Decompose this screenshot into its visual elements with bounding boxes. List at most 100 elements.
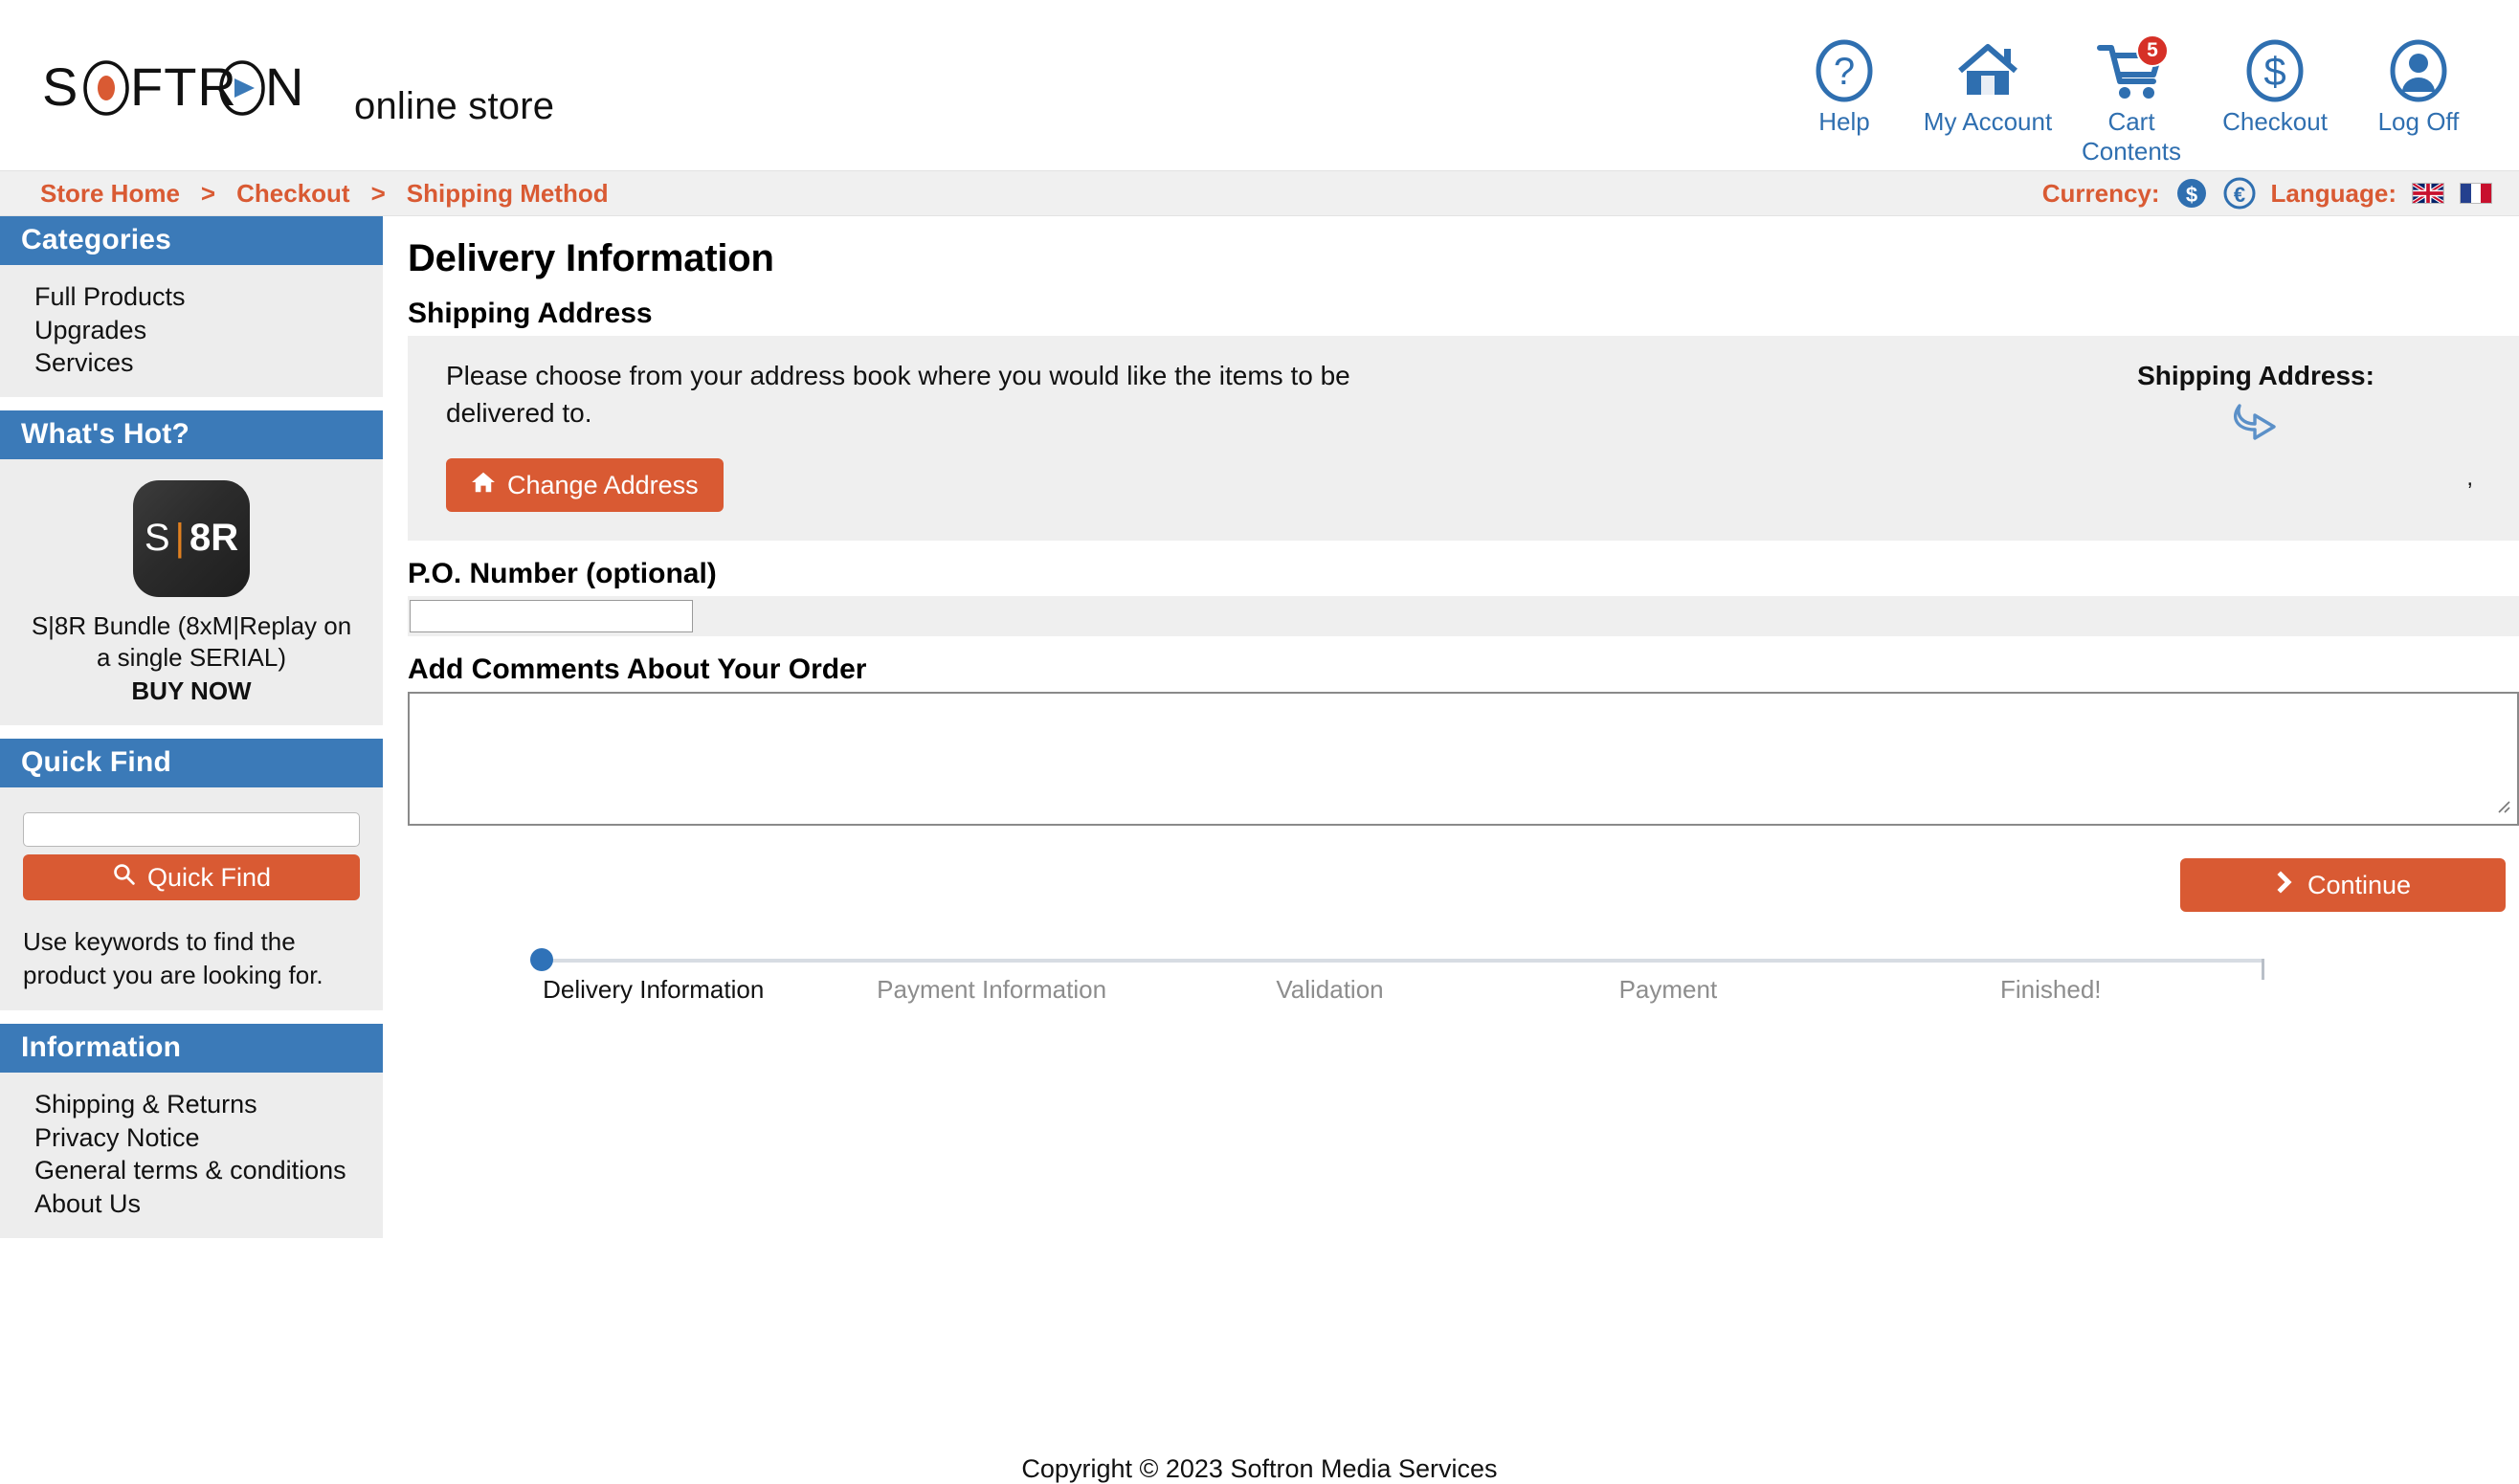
- locale-controls: Currency: $ € Language:: [2042, 177, 2492, 210]
- search-icon: [112, 862, 136, 893]
- quick-find-body: Quick Find Use keywords to find the prod…: [0, 787, 383, 1010]
- stepper-step-delivery-information: Delivery Information: [543, 975, 765, 1005]
- po-number-row: [408, 596, 2519, 637]
- site-header: S FTR N online store ? Help My Account 5…: [0, 0, 2519, 170]
- shipping-address-instructions: Please choose from your address book whe…: [446, 361, 1350, 429]
- breadcrumb-separator: >: [370, 178, 386, 208]
- shipping-address-summary: Shipping Address: ,: [2031, 357, 2481, 492]
- svg-text:?: ?: [1834, 51, 1855, 93]
- main-content: Delivery Information Shipping Address Pl…: [383, 216, 2519, 1027]
- continue-button-label: Continue: [2307, 870, 2412, 899]
- whats-hot-product-name[interactable]: S|8R Bundle (8xM|Replay on a single SERI…: [32, 611, 351, 673]
- s8r-icon-s: S: [144, 517, 170, 560]
- comments-wrapper: [408, 692, 2519, 827]
- currency-eur-icon[interactable]: €: [2223, 177, 2256, 210]
- breadcrumb-item-store-home[interactable]: Store Home: [40, 179, 180, 209]
- sidebar-item-upgrades[interactable]: Upgrades: [34, 314, 362, 347]
- continue-button[interactable]: Continue: [2180, 858, 2506, 913]
- comments-textarea[interactable]: [408, 692, 2519, 827]
- france-flag-icon[interactable]: [2460, 183, 2492, 204]
- sidebar-item-privacy-notice[interactable]: Privacy Notice: [34, 1121, 362, 1155]
- chevron-right-icon: [2275, 870, 2296, 901]
- sidebar-box-whats-hot: What's Hot? S | 8R S|8R Bundle (8xM|Repl…: [0, 410, 383, 726]
- currency-usd-icon[interactable]: $: [2175, 177, 2208, 210]
- whats-hot-title: What's Hot?: [0, 410, 383, 459]
- nav-log-off[interactable]: Log Off: [2347, 36, 2490, 137]
- nav-checkout[interactable]: $ Checkout: [2203, 36, 2347, 137]
- whats-hot-body: S | 8R S|8R Bundle (8xM|Replay on a sing…: [0, 459, 383, 726]
- s8r-icon-bar: |: [174, 517, 185, 560]
- nav-cart-contents[interactable]: 5 Cart Contents: [2060, 34, 2203, 166]
- sidebar-box-information: Information Shipping & Returns Privacy N…: [0, 1024, 383, 1238]
- information-list: Shipping & Returns Privacy Notice Genera…: [0, 1073, 383, 1237]
- comments-label: Add Comments About Your Order: [408, 653, 867, 686]
- stepper-step-validation: Validation: [1276, 975, 1384, 1005]
- quick-find-button-label: Quick Find: [146, 862, 272, 892]
- cart-badge: 5: [2136, 34, 2169, 67]
- logo-subtitle: online store: [354, 85, 555, 127]
- breadcrumb: Store Home > Checkout > Shipping Method: [40, 179, 609, 209]
- quick-find-title: Quick Find: [0, 739, 383, 788]
- nav-my-account[interactable]: My Account: [1916, 36, 2060, 137]
- address-summary-value: ,: [2466, 465, 2473, 491]
- sidebar-item-services[interactable]: Services: [34, 346, 362, 380]
- stepper-labels: Delivery Information Payment Information…: [484, 975, 2264, 1005]
- sidebar-item-shipping-returns[interactable]: Shipping & Returns: [34, 1088, 362, 1121]
- categories-list: Full Products Upgrades Services: [0, 265, 383, 397]
- sidebar-item-full-products[interactable]: Full Products: [34, 280, 362, 314]
- svg-text:€: €: [2233, 183, 2244, 207]
- po-number-input[interactable]: [410, 600, 693, 633]
- svg-text:$: $: [2263, 49, 2285, 94]
- change-address-button[interactable]: Change Address: [446, 458, 724, 513]
- house-icon: [471, 470, 496, 501]
- quick-find-button[interactable]: Quick Find: [23, 854, 360, 901]
- continue-row: Continue: [408, 826, 2519, 913]
- breadcrumb-separator: >: [200, 178, 216, 208]
- po-number-label: P.O. Number (optional): [408, 558, 717, 590]
- shipping-address-heading: Shipping Address: [408, 298, 653, 329]
- house-icon: [1916, 36, 2060, 105]
- change-address-button-label: Change Address: [507, 470, 699, 499]
- page-layout: Categories Full Products Upgrades Servic…: [0, 216, 2519, 1251]
- nav-help[interactable]: ? Help: [1772, 36, 1916, 137]
- sidebar-box-quick-find: Quick Find Quick Find Use keywords to fi…: [0, 739, 383, 1011]
- nav-checkout-label: Checkout: [2222, 107, 2328, 136]
- nav-cart-contents-label: Cart Contents: [2081, 107, 2182, 166]
- header-nav: ? Help My Account 5 Cart Contents $ Chec…: [1772, 34, 2490, 166]
- uk-flag-icon[interactable]: [2412, 182, 2444, 205]
- shipping-address-panel: Please choose from your address book whe…: [408, 336, 2519, 542]
- footer-copyright: Copyright © 2023 Softron Media Services: [1021, 1453, 1498, 1483]
- svg-text:$: $: [2185, 183, 2196, 207]
- address-summary-title: Shipping Address:: [2137, 361, 2374, 390]
- nav-log-off-label: Log Off: [2377, 107, 2460, 136]
- breadcrumb-item-shipping-method[interactable]: Shipping Method: [407, 179, 609, 209]
- page-title: Delivery Information: [408, 237, 774, 279]
- categories-title: Categories: [0, 216, 383, 265]
- sidebar-box-categories: Categories Full Products Upgrades Servic…: [0, 216, 383, 397]
- nav-help-label: Help: [1818, 107, 1870, 136]
- stepper-track: [540, 959, 2264, 981]
- site-logo[interactable]: S FTR N online store: [42, 59, 554, 128]
- softron-wordmark-icon: S FTR N: [42, 59, 329, 119]
- sidebar: Categories Full Products Upgrades Servic…: [0, 216, 383, 1251]
- shopping-cart-icon: 5: [2060, 34, 2203, 105]
- quick-find-input[interactable]: [23, 812, 360, 848]
- sidebar-item-general-terms[interactable]: General terms & conditions: [34, 1154, 362, 1187]
- buy-now-link[interactable]: BUY NOW: [23, 676, 360, 706]
- breadcrumb-item-checkout[interactable]: Checkout: [236, 179, 349, 209]
- sidebar-item-about-us[interactable]: About Us: [34, 1187, 362, 1221]
- curved-arrow-right-icon: [2031, 397, 2481, 448]
- stepper-active-dot: [530, 948, 553, 972]
- shipping-address-panel-left: Please choose from your address book whe…: [446, 357, 1460, 513]
- svg-text:N: N: [265, 59, 303, 117]
- svg-text:S: S: [42, 59, 78, 117]
- s8r-icon-r: 8R: [189, 517, 239, 560]
- currency-label: Currency:: [2041, 178, 2160, 208]
- breadcrumb-bar: Store Home > Checkout > Shipping Method …: [0, 170, 2519, 216]
- information-title: Information: [0, 1024, 383, 1074]
- stepper-step-payment-information: Payment Information: [877, 975, 1107, 1005]
- dollar-circle-icon: $: [2203, 36, 2347, 105]
- nav-my-account-label: My Account: [1923, 107, 2053, 136]
- stepper-step-payment: Payment: [1618, 975, 1718, 1005]
- s8r-product-icon[interactable]: S | 8R: [133, 479, 250, 597]
